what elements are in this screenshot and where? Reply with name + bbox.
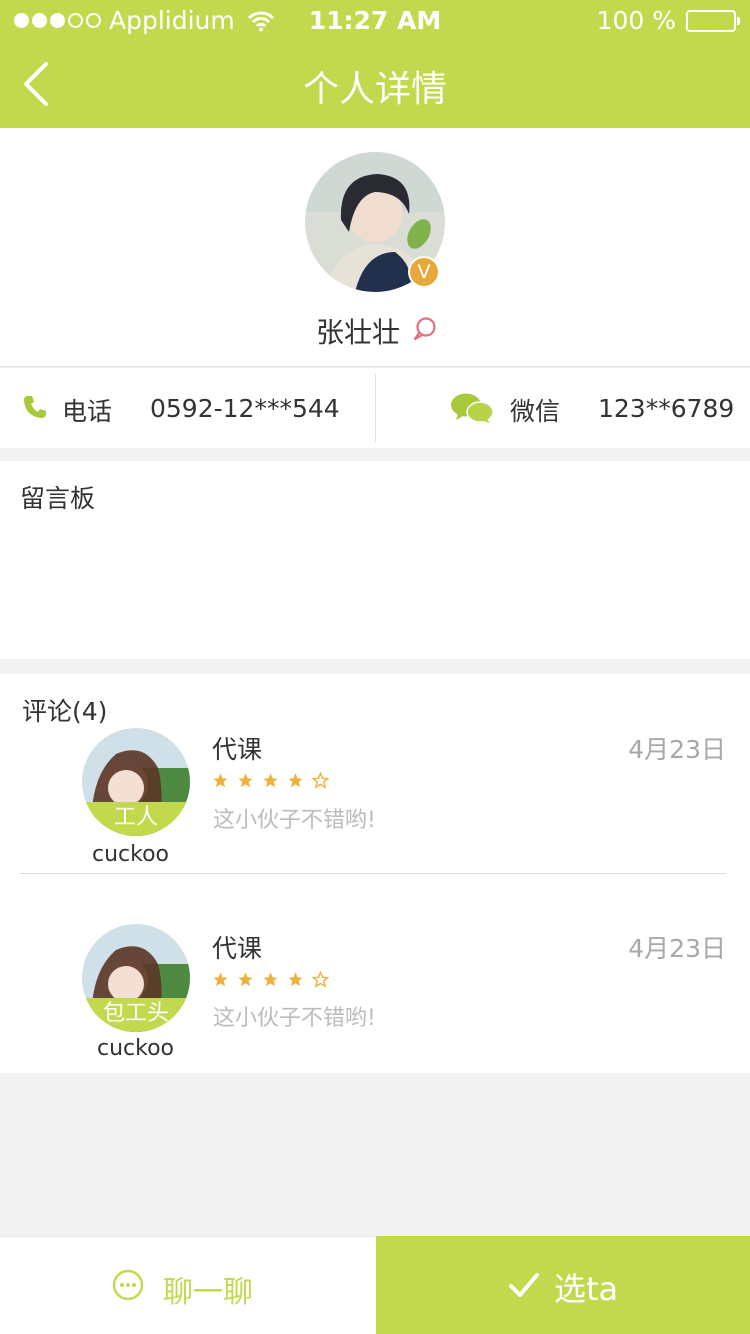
bottom-action-bar: 聊一聊 选ta [0,1236,750,1334]
page-title: 个人详情 [302,69,447,110]
star-filled-icon [213,972,228,987]
star-filled-icon [288,773,303,788]
phone-label: 电话 [62,397,113,426]
nav-bar: 个人详情 [0,42,750,128]
battery-icon [686,9,740,32]
star-filled-icon [288,972,303,987]
chat-button-label: 聊一聊 [163,1275,253,1310]
comment-text: 这小伙子不错哟! [213,1006,376,1031]
select-button[interactable]: 选ta [376,1236,750,1334]
comment-service: 代课 [212,735,263,764]
comments-title: 评论(4) [22,697,108,726]
battery-status: 100 % [596,6,740,35]
comment-date: 4月23日 [628,735,726,764]
battery-percent: 100 % [596,6,676,35]
phone-number[interactable]: 0592-12***544 [150,394,340,423]
commenter-avatar[interactable]: 包工头 [82,924,190,1032]
comment-divider [20,873,726,874]
ellipsis-chat-icon [112,1269,144,1301]
star-empty-icon [312,772,329,789]
profile-name: 张壮壮 [316,316,401,349]
verified-badge: V [408,256,440,288]
message-board-title: 留言板 [20,484,96,513]
chat-bubble-icon[interactable] [412,316,438,342]
wechat-label: 微信 [510,397,561,426]
rating-stars [212,971,329,988]
commenter-name: cuckoo [97,1036,175,1061]
wechat-id[interactable]: 123**6789 [598,394,734,423]
star-filled-icon [263,972,278,987]
top-bar: Applidium 11:27 AM 100 % 个人详情 [0,0,750,128]
commenter-name: cuckoo [92,842,170,867]
select-button-label: 选ta [554,1270,619,1308]
star-filled-icon [238,773,253,788]
wechat-icon[interactable] [450,392,494,424]
star-filled-icon [263,773,278,788]
rating-stars [212,772,329,789]
comments-section: 评论(4) 工人 cuckoo 代课 4月23日 这小伙子不错哟! 包工头 cu… [0,674,750,1073]
comment-date: 4月23日 [628,934,726,963]
star-filled-icon [238,972,253,987]
check-icon [509,1273,539,1297]
comment-text: 这小伙子不错哟! [213,808,376,833]
star-empty-icon [312,971,329,988]
chat-button[interactable]: 聊一聊 [0,1236,376,1334]
star-filled-icon [213,773,228,788]
commenter-role: 包工头 [82,998,190,1032]
contact-row: 电话 0592-12***544 微信 123**6789 [0,368,750,448]
message-board: 留言板 [0,461,750,659]
commenter-role: 工人 [82,802,190,836]
status-bar: Applidium 11:27 AM 100 % [0,0,750,42]
contact-divider [375,374,376,442]
profile-header: V 张壮壮 [0,128,750,367]
comment-service: 代课 [212,934,263,963]
commenter-avatar[interactable]: 工人 [82,728,190,836]
phone-icon[interactable] [22,394,48,420]
